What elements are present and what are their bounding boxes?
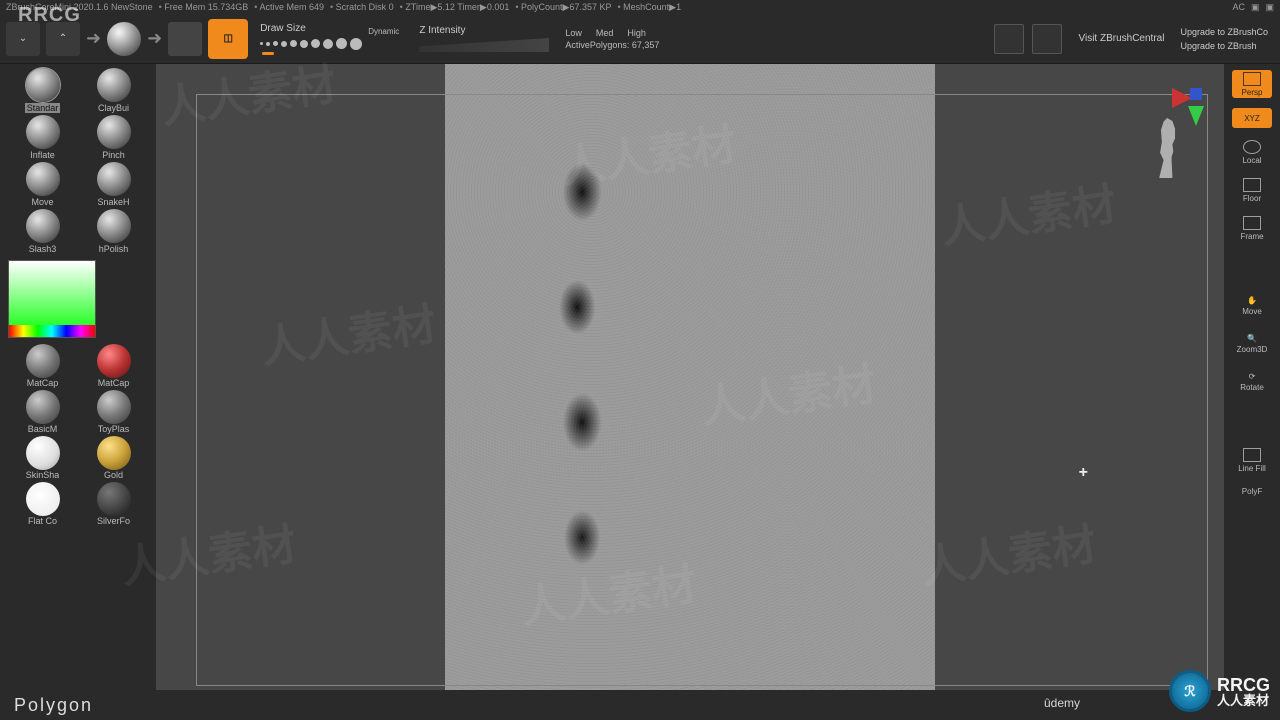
polycount: PolyCount▶67.357 KP [515,2,611,13]
floor-icon [1243,178,1261,192]
res-low[interactable]: Low [565,28,582,38]
mat-gold[interactable]: Gold [79,436,148,480]
xyz-toggle[interactable]: XYZ [1232,108,1272,128]
window-icon[interactable]: ▣ [1251,2,1260,13]
meshcount: MeshCount▶1 [618,2,682,13]
draw-size-label: Draw Size [260,23,362,34]
mat-matcap-red[interactable]: MatCap [79,344,148,388]
rotate-button[interactable]: ⟳Rotate [1232,368,1272,396]
upgrade-core-link[interactable]: Upgrade to ZBrushCo [1180,27,1268,37]
window-icon2[interactable]: ▣ [1265,2,1274,13]
persp-toggle[interactable]: Persp [1232,70,1272,98]
brush-claybuildup[interactable]: ClayBui [79,68,148,113]
mat-flatcolor[interactable]: Flat Co [8,482,77,526]
rotate-icon: ⟳ [1249,372,1256,381]
watermark-rrcg: RRCG [18,4,81,27]
brush-slash3[interactable]: Slash3 [8,209,77,254]
local-icon [1243,140,1261,154]
brush-pinch[interactable]: Pinch [79,115,148,160]
active-polys-label: ActivePolygons: [565,40,629,50]
head-silhouette-icon [1146,118,1190,178]
polygon-label: Polygon [14,695,93,716]
tray-down-icon: ⌄ [19,33,27,44]
scratch-disk: Scratch Disk 0 [330,2,394,12]
brush-cursor: + [1079,464,1088,482]
res-med[interactable]: Med [596,28,614,38]
z-intensity-control[interactable]: Z Intensity [419,25,549,52]
draw-size-control[interactable]: Draw Size [260,23,362,55]
free-mem: Free Mem 15.734GB [159,2,249,12]
material-palette: MatCap MatCap BasicM ToyPlas SkinSha Gol… [8,344,148,526]
brush-hpolish[interactable]: hPolish [79,209,148,254]
dynamic-label: Dynamic [368,27,399,36]
file-button[interactable] [168,22,202,56]
mat-silverfoil[interactable]: SilverFo [79,482,148,526]
ztime: ZTime▶5.12 Timer▶0.001 [400,2,510,13]
polyf-button[interactable]: PolyF [1232,484,1272,498]
resolution-block: Low Med High ActivePolygons: 67,357 [565,28,659,50]
persp-icon [1243,72,1261,86]
brush-standard[interactable]: Standar [8,68,77,113]
brush-palette: Standar ClayBui Inflate Pinch Move Snake… [8,68,148,254]
tray-up-icon: ⌃ [59,33,67,44]
drawsize-marker [262,52,274,55]
hand-icon: ✋ [1247,296,1257,305]
upgrade-zbrush-link[interactable]: Upgrade to ZBrush [1180,41,1268,51]
active-polys-value: 67,357 [632,40,660,50]
brush-snakehook[interactable]: SnakeH [79,162,148,207]
symmetry-toggle[interactable]: ◫ [208,19,248,59]
z-intensity-label: Z Intensity [419,25,549,36]
mat-toyplastic[interactable]: ToyPlas [79,390,148,434]
res-high[interactable]: High [627,28,646,38]
nav-head-gizmo[interactable] [1138,100,1198,180]
mat-basic[interactable]: BasicM [8,390,77,434]
material-sphere[interactable] [107,22,141,56]
arrow-icon-2: ➜ [147,28,162,49]
z-intensity-marker [461,53,473,57]
ac-label: AC [1232,2,1245,12]
status-bar: ZBrushCoreMini 2020.1.6 NewStone Free Me… [0,0,1280,14]
udemy-watermark: ûdemy [1044,696,1080,710]
image-plane-button[interactable] [994,24,1024,54]
visit-link[interactable]: Visit ZBrushCentral [1078,33,1164,44]
draw-size-dots[interactable] [260,38,362,50]
frame-button[interactable]: Frame [1232,214,1272,242]
mat-matcap-gray[interactable]: MatCap [8,344,77,388]
bottom-bar: Polygon [0,690,1280,720]
z-axis-icon [1190,88,1202,100]
active-mem: Active Mem 649 [254,2,324,12]
grid-icon [1243,448,1261,462]
color-picker[interactable] [8,260,96,338]
local-toggle[interactable]: Local [1232,138,1272,166]
floor-toggle[interactable]: Floor [1232,176,1272,204]
move-view-button[interactable]: ✋Move [1232,292,1272,320]
mat-skinshade[interactable]: SkinSha [8,436,77,480]
brush-move[interactable]: Move [8,162,77,207]
hue-bar[interactable] [9,325,95,337]
frame-icon [1243,216,1261,230]
zoom-icon: 🔍 [1247,334,1257,343]
reference-button[interactable] [1032,24,1062,54]
z-intensity-slider[interactable] [419,38,549,52]
rrcg-logo: ℛ RRCG人人素材 [1169,670,1270,712]
brush-inflate[interactable]: Inflate [8,115,77,160]
arrow-icon: ➜ [86,28,101,49]
document-frame [196,94,1208,686]
left-panel: Standar ClayBui Inflate Pinch Move Snake… [0,64,156,690]
viewport[interactable]: + [156,64,1224,690]
zoom3d-button[interactable]: 🔍Zoom3D [1232,330,1272,358]
rrcg-logo-icon: ℛ [1169,670,1211,712]
linefill-button[interactable]: Line Fill [1232,446,1272,474]
mirror-icon: ◫ [223,33,232,44]
top-toolbar: ⌄ ⌃ ➜ ➜ ◫ Draw Size Dynamic Z Intensity … [0,14,1280,64]
right-shelf: Persp XYZ Local Floor Frame ✋Move 🔍Zoom3… [1224,64,1280,690]
